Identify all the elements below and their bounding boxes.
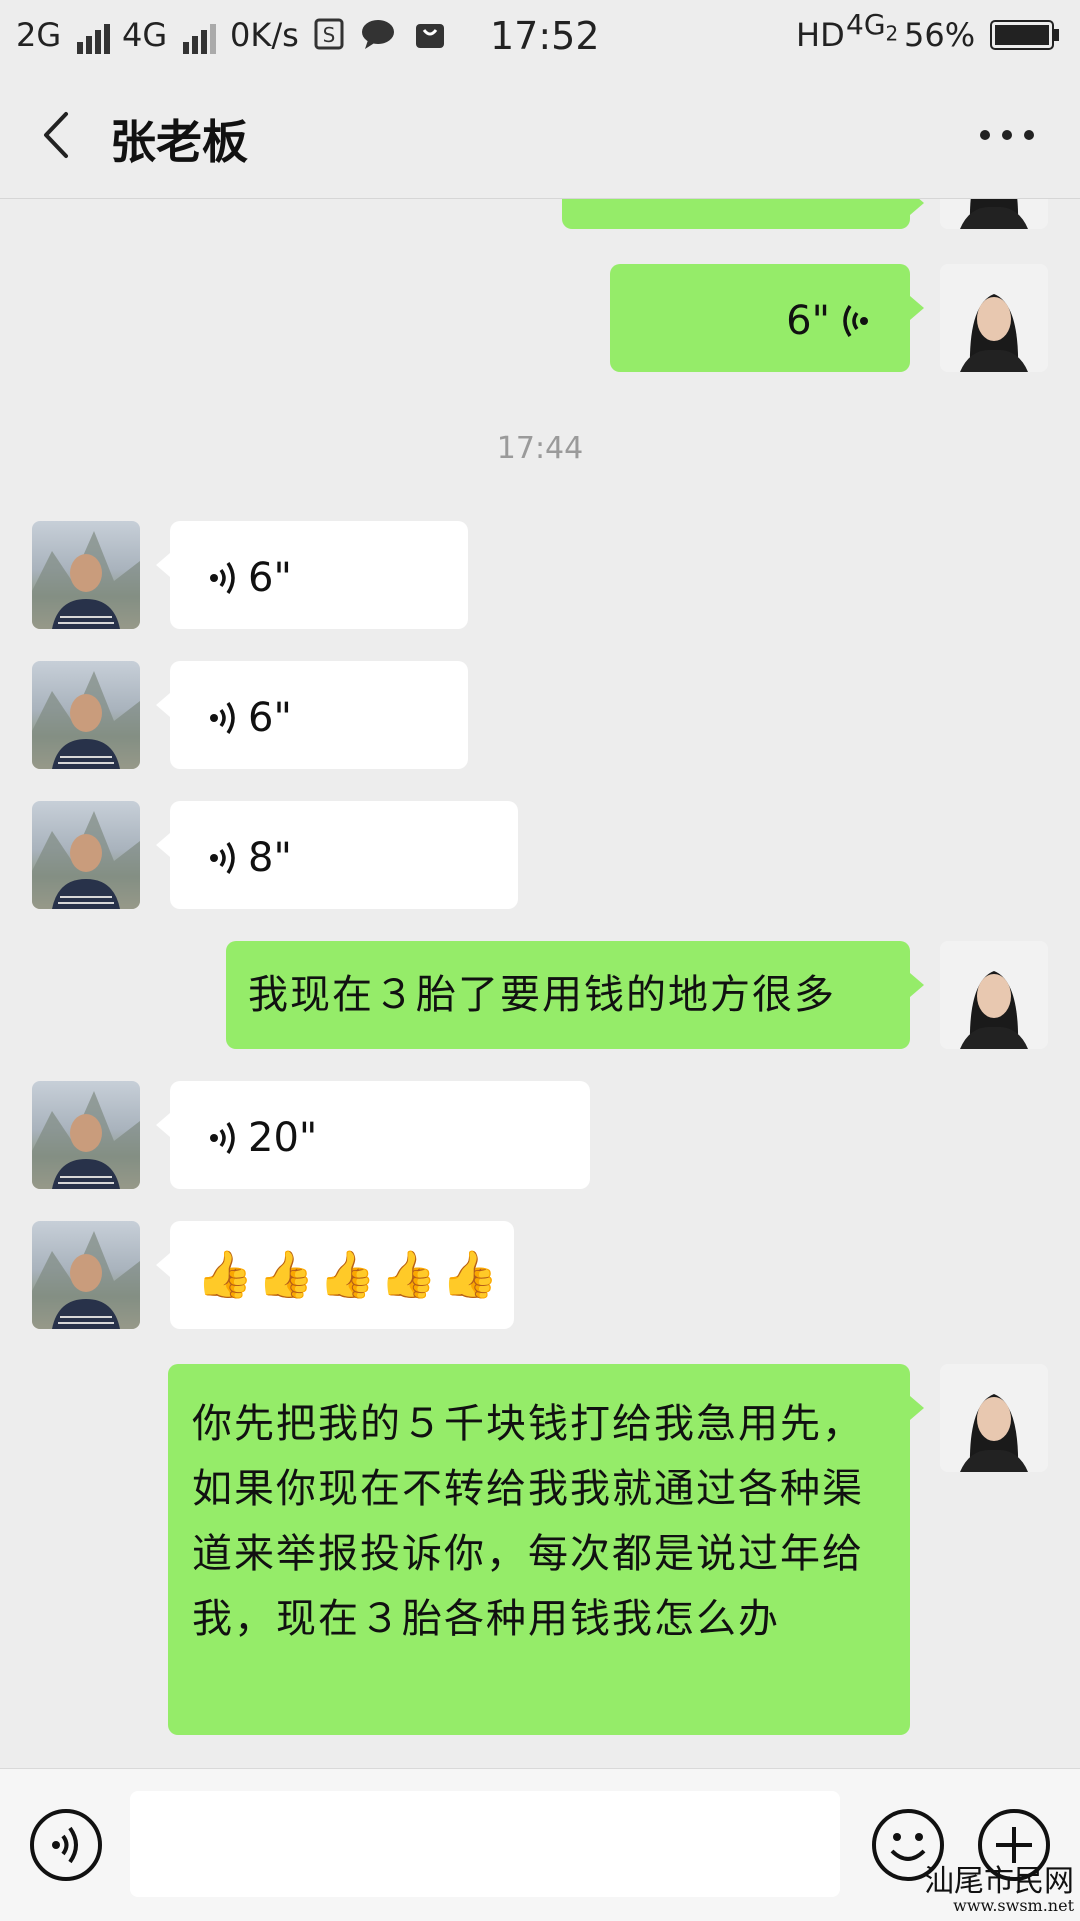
network-4g: 4G [122,16,219,54]
text-message-sent[interactable]: 我现在３胎了要用钱的地方很多 [226,941,924,1049]
signal-icon [183,16,219,54]
voice-duration: 6" [248,695,292,741]
svg-text:S: S [323,23,336,47]
voice-duration: 6" [786,298,830,344]
signal-icon [77,16,113,54]
voice-wave-icon [210,562,235,594]
thumbs-up-emojis: 👍👍👍👍👍 [196,1247,503,1301]
voice-duration: 8" [248,835,292,881]
voice-input-icon[interactable] [28,1807,104,1883]
voice-message-received[interactable]: 20" [156,1081,590,1189]
message-input[interactable] [130,1791,840,1897]
voice-wave-icon [210,702,235,734]
avatar-contact[interactable] [32,801,140,909]
avatar-contact[interactable] [32,1221,140,1329]
network-2g: 2G [16,16,113,54]
emoji-message-received[interactable]: 👍👍👍👍👍 [156,1221,514,1329]
more-options-icon[interactable] [980,130,1036,142]
avatar-self[interactable] [940,941,1048,1049]
net-speed: 0K/s [230,16,299,54]
message-text: 你先把我的５千块钱打给我急用先，如果你现在不转给我我就通过各种渠道来举报投诉你，… [192,1401,864,1642]
message-icon [360,18,396,58]
network-4g-right: 4G2 [846,8,898,46]
network-2g-label: 2G [16,16,62,54]
voice-wave-icon [210,1122,235,1154]
avatar-self[interactable] [940,264,1048,372]
message-text: 我现在３胎了要用钱的地方很多 [248,972,836,1018]
network-4g-label: 4G [122,16,168,54]
chat-title: 张老板 [110,115,248,169]
voice-message-received[interactable]: 6" [156,521,468,629]
network-right-sub: 2 [885,21,899,46]
watermark-name: 汕尾市民网 [924,1864,1074,1899]
voice-message-received[interactable]: 8" [156,801,518,909]
avatar-self[interactable] [940,199,1048,229]
avatar-contact[interactable] [32,661,140,769]
watermark-url: www.swsm.net [953,1896,1074,1915]
text-message-sent[interactable]: 你先把我的５千块钱打给我急用先，如果你现在不转给我我就通过各种渠道来举报投诉你，… [168,1364,924,1735]
voice-message-sent[interactable]: 6" [610,264,924,372]
input-bar [0,1768,1080,1921]
avatar-contact[interactable] [32,1081,140,1189]
clock: 17:52 [490,14,600,58]
back-arrow-icon[interactable] [36,110,76,160]
voice-wave-icon [210,842,235,874]
voice-message-received[interactable]: 6" [156,661,468,769]
network-right-label: 4G [846,8,886,41]
status-bar: 2G 4G 0K/s S 17:52 HD 4G2 56% [0,0,1080,72]
chat-header: 张老板 [0,72,1080,199]
s-app-icon: S [314,18,344,58]
battery-icon [990,20,1060,58]
avatar-self[interactable] [940,1364,1048,1472]
message-bubble-partial[interactable] [562,199,924,229]
voice-duration: 20" [248,1115,318,1161]
hd-label: HD [796,16,845,54]
voice-duration: 6" [248,555,292,601]
chat-messages[interactable]: 6" 17:44 6" 6" 8" 我现在３胎了要用钱的地方很多 20" 👍👍👍… [0,199,1080,1767]
battery-percent: 56% [904,16,976,54]
avatar-contact[interactable] [32,521,140,629]
message-timestamp: 17:44 [496,431,584,466]
bag-icon [414,18,446,58]
voice-wave-icon [843,305,868,337]
site-watermark: 汕尾市民网 www.swsm.net [924,1866,1074,1914]
